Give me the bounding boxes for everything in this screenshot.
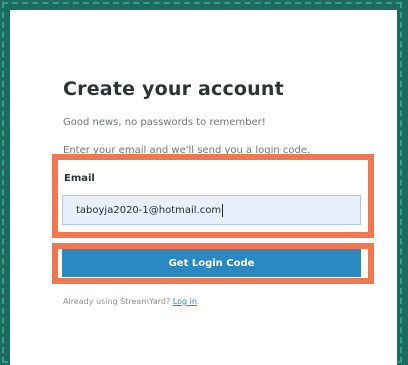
- already-account-text: Already using StreamYard? Log in.: [63, 297, 199, 306]
- page-title: Create your account: [63, 78, 284, 100]
- already-period: .: [196, 297, 200, 306]
- email-highlight-box: [52, 154, 374, 238]
- already-label: Already using StreamYard?: [63, 297, 173, 306]
- login-link[interactable]: Log in: [173, 297, 197, 306]
- subtitle-text: Good news, no passwords to remember!: [63, 117, 266, 128]
- button-highlight-box: [52, 243, 374, 284]
